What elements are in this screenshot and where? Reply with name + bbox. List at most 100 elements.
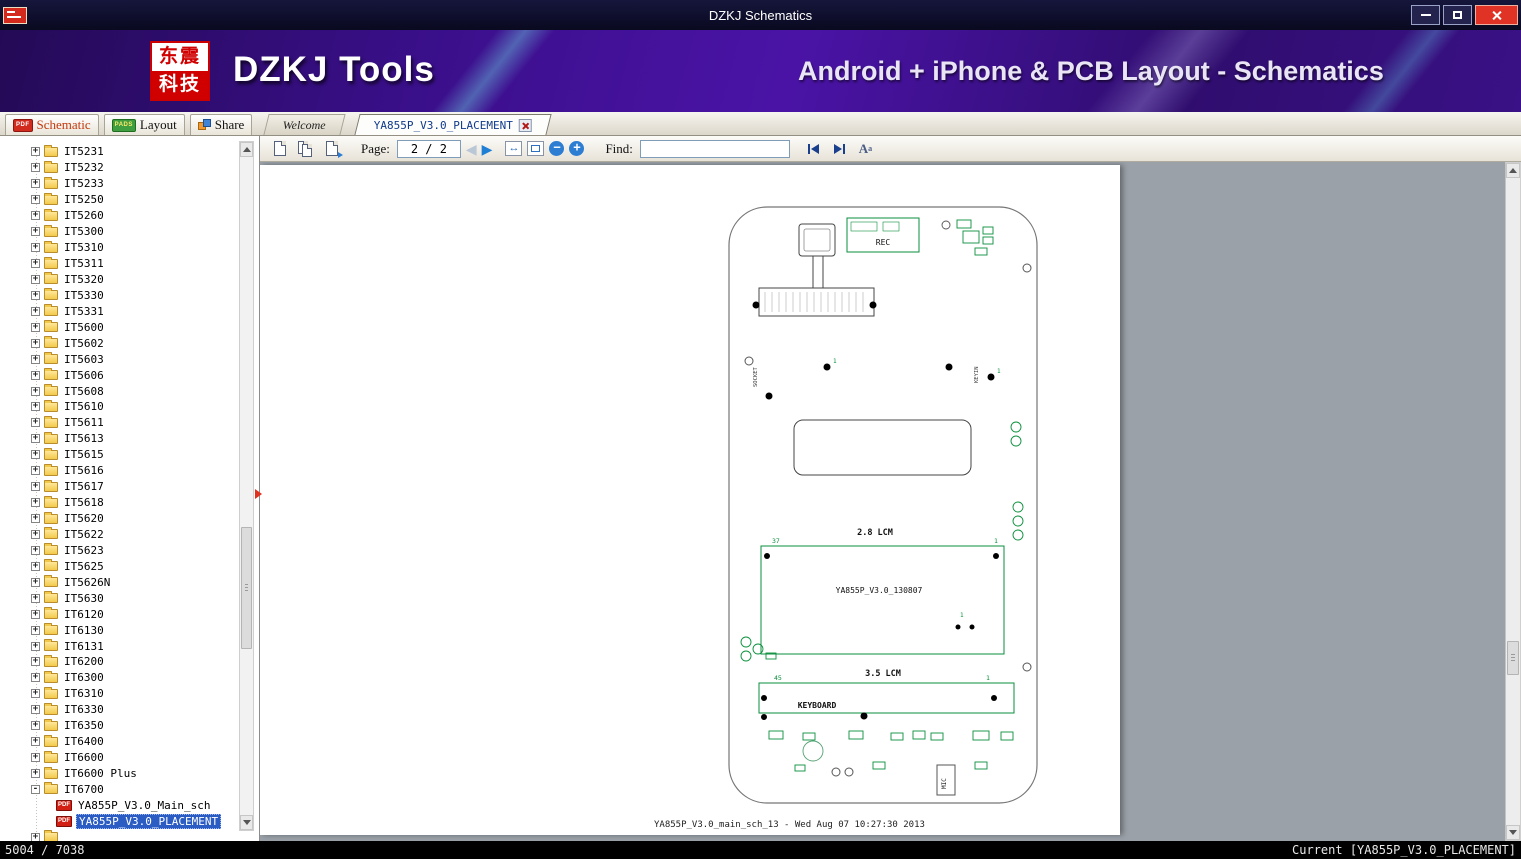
expand-toggle[interactable]: + — [31, 354, 40, 364]
sidebar-scroll-thumb[interactable] — [241, 527, 252, 649]
expand-toggle[interactable]: + — [31, 832, 40, 841]
tree-item[interactable]: + IT5260 — [0, 208, 235, 224]
tree-item[interactable]: + IT5600 — [0, 319, 235, 335]
expand-toggle[interactable]: + — [31, 434, 40, 444]
scroll-down-icon[interactable] — [1506, 825, 1520, 840]
expand-toggle[interactable]: + — [31, 450, 40, 460]
tree-item[interactable]: + IT5610 — [0, 399, 235, 415]
expand-toggle[interactable]: + — [31, 211, 40, 221]
page-number-input[interactable]: 2 / 2 — [396, 139, 461, 158]
tree-item[interactable]: + IT5606 — [0, 367, 235, 383]
expand-toggle[interactable]: + — [31, 721, 40, 731]
find-previous-button[interactable] — [803, 139, 824, 158]
minimize-button[interactable] — [1411, 5, 1440, 25]
tree-item[interactable]: + IT6130 — [0, 622, 235, 638]
tree-item[interactable]: + IT6600 Plus — [0, 766, 235, 782]
expand-toggle[interactable]: + — [31, 577, 40, 587]
expand-toggle[interactable]: - — [31, 784, 40, 794]
find-next-button[interactable] — [829, 139, 850, 158]
expand-toggle[interactable]: + — [31, 482, 40, 492]
expand-toggle[interactable]: + — [31, 243, 40, 253]
tree-item[interactable]: + IT5616 — [0, 463, 235, 479]
tree-item[interactable]: + IT6131 — [0, 638, 235, 654]
expand-toggle[interactable]: + — [31, 259, 40, 269]
tree-item[interactable]: + IT5310 — [0, 240, 235, 256]
tree-item[interactable]: + IT5231 — [0, 144, 235, 160]
expand-toggle[interactable]: + — [31, 737, 40, 747]
tree-item[interactable]: + IT6330 — [0, 702, 235, 718]
tree-item[interactable]: + IT5311 — [0, 256, 235, 272]
close-tab-icon[interactable] — [519, 118, 533, 132]
expand-toggle[interactable]: + — [31, 195, 40, 205]
tree-item[interactable]: + IT6310 — [0, 686, 235, 702]
tree-item[interactable]: + IT5623 — [0, 542, 235, 558]
sidebar-scrollbar[interactable] — [239, 141, 254, 831]
tree-item[interactable]: + IT5613 — [0, 431, 235, 447]
expand-toggle[interactable]: + — [31, 163, 40, 173]
tree-file-item[interactable]: PDF YA855P_V3.0_PLACEMENT — [0, 813, 235, 829]
tree-item[interactable]: + IT5615 — [0, 447, 235, 463]
tab-share[interactable]: Share — [189, 114, 253, 135]
fit-width-icon[interactable]: ↔ — [505, 141, 523, 156]
match-case-icon[interactable]: Aa — [855, 139, 876, 158]
tree-item[interactable]: + IT6120 — [0, 606, 235, 622]
tree-item[interactable]: + IT5232 — [0, 160, 235, 176]
tab-layout[interactable]: PADS Layout — [103, 114, 185, 135]
expand-toggle[interactable]: + — [31, 529, 40, 539]
sidebar-collapse-handle[interactable] — [255, 489, 262, 499]
viewer-scrollbar[interactable] — [1505, 162, 1521, 841]
expand-toggle[interactable]: + — [31, 705, 40, 715]
expand-toggle[interactable]: + — [31, 641, 40, 651]
expand-toggle[interactable]: + — [31, 418, 40, 428]
tree-item[interactable]: + IT5622 — [0, 527, 235, 543]
tree-item[interactable]: + IT5611 — [0, 415, 235, 431]
expand-toggle[interactable]: + — [31, 625, 40, 635]
expand-toggle[interactable]: + — [31, 753, 40, 763]
tree-item[interactable]: + IT5620 — [0, 511, 235, 527]
expand-toggle[interactable]: + — [31, 227, 40, 237]
scroll-down-icon[interactable] — [240, 815, 253, 830]
expand-toggle[interactable]: + — [31, 306, 40, 316]
expand-toggle[interactable]: + — [31, 466, 40, 476]
scroll-up-icon[interactable] — [1506, 163, 1520, 178]
expand-toggle[interactable]: + — [31, 386, 40, 396]
tree-item[interactable]: + IT6350 — [0, 718, 235, 734]
tree-item[interactable]: + IT5331 — [0, 303, 235, 319]
expand-toggle[interactable]: + — [31, 561, 40, 571]
expand-toggle[interactable]: + — [31, 498, 40, 508]
tree-item[interactable]: + IT5603 — [0, 351, 235, 367]
previous-page-button[interactable]: ◀ — [466, 142, 477, 156]
scroll-up-icon[interactable] — [240, 142, 253, 157]
expand-toggle[interactable]: + — [31, 402, 40, 412]
expand-toggle[interactable]: + — [31, 290, 40, 300]
tree-item[interactable]: + IT5618 — [0, 495, 235, 511]
tree-item[interactable]: + IT5330 — [0, 287, 235, 303]
viewer-scroll-thumb[interactable] — [1507, 641, 1519, 675]
expand-toggle[interactable]: + — [31, 657, 40, 667]
find-input[interactable] — [639, 139, 790, 158]
copy-pages-icon[interactable] — [295, 139, 316, 158]
expand-toggle[interactable]: + — [31, 514, 40, 524]
tree-item[interactable]: - IT6700 — [0, 782, 235, 798]
expand-toggle[interactable]: + — [31, 274, 40, 284]
expand-toggle[interactable]: + — [31, 593, 40, 603]
tree-item[interactable]: + IT6200 — [0, 654, 235, 670]
expand-toggle[interactable]: + — [31, 769, 40, 779]
tree-item[interactable]: + — [0, 829, 235, 841]
tree-item[interactable]: + IT5233 — [0, 176, 235, 192]
expand-toggle[interactable]: + — [31, 338, 40, 348]
page-thumbnail-icon[interactable] — [269, 139, 290, 158]
expand-toggle[interactable]: + — [31, 673, 40, 683]
tree-item[interactable]: + IT6400 — [0, 734, 235, 750]
tree-file-item[interactable]: PDF YA855P_V3.0_Main_sch — [0, 797, 235, 813]
fit-page-icon[interactable] — [527, 141, 545, 156]
maximize-button[interactable] — [1443, 5, 1472, 25]
expand-toggle[interactable]: + — [31, 689, 40, 699]
tree-item[interactable]: + IT5630 — [0, 590, 235, 606]
expand-toggle[interactable]: + — [31, 609, 40, 619]
doc-tab-welcome[interactable]: Welcome — [263, 114, 346, 135]
expand-toggle[interactable]: + — [31, 322, 40, 332]
tree-item[interactable]: + IT5602 — [0, 335, 235, 351]
tab-schematic[interactable]: PDF Schematic — [5, 114, 99, 135]
tree-item[interactable]: + IT6300 — [0, 670, 235, 686]
